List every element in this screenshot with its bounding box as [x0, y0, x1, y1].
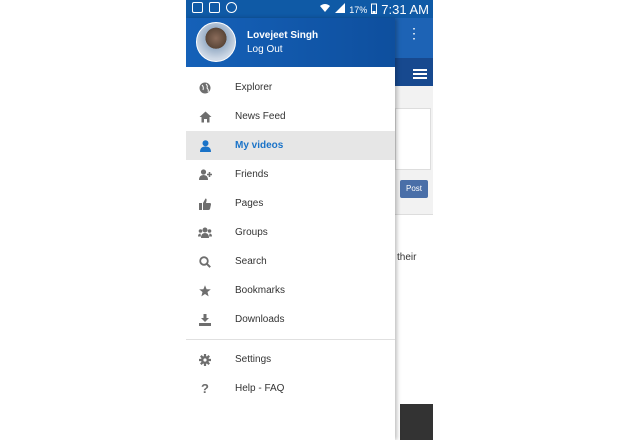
- menu-item-label: Help - FAQ: [235, 383, 285, 394]
- logout-link[interactable]: Log Out: [247, 44, 283, 55]
- menu-item-label: News Feed: [235, 111, 286, 122]
- menu-item-label: Explorer: [235, 82, 273, 93]
- hamburger-icon: [413, 67, 427, 81]
- star-icon: [198, 284, 212, 298]
- phone-screen: 17% 7:31 AM ⋮ Post their Lovejeet Singh …: [186, 0, 433, 440]
- menu-item-news-feed[interactable]: News Feed: [186, 102, 395, 131]
- menu-divider: [186, 339, 395, 340]
- menu-item-my-videos[interactable]: My videos: [186, 131, 395, 160]
- search-icon: [198, 255, 212, 269]
- drawer-menu: Explorer News Feed My videos Friends Pag…: [186, 73, 395, 403]
- bg-video-thumbnail: [400, 404, 433, 440]
- menu-item-downloads[interactable]: Downloads: [186, 305, 395, 334]
- menu-item-search[interactable]: Search: [186, 247, 395, 276]
- image-notification-icon: [192, 2, 203, 13]
- menu-item-groups[interactable]: Groups: [186, 218, 395, 247]
- battery-percent: 17%: [349, 4, 368, 15]
- menu-item-bookmarks[interactable]: Bookmarks: [186, 276, 395, 305]
- bg-feed-text: their: [397, 252, 417, 263]
- background-app: ⋮ Post their: [395, 18, 433, 440]
- thumbs-up-icon: [198, 197, 212, 211]
- menu-item-label: My videos: [235, 140, 284, 151]
- profile-header: Lovejeet Singh Log Out: [186, 18, 395, 67]
- users-icon: [198, 226, 212, 240]
- profile-name: Lovejeet Singh: [247, 30, 319, 41]
- menu-item-label: Bookmarks: [235, 285, 286, 296]
- user-plus-icon: [198, 168, 212, 182]
- bg-app-subheader: [395, 58, 433, 86]
- user-icon: [198, 139, 212, 153]
- menu-item-pages[interactable]: Pages: [186, 189, 395, 218]
- voicemail-notification-icon: [226, 2, 237, 13]
- menu-item-friends[interactable]: Friends: [186, 160, 395, 189]
- menu-item-label: Groups: [235, 227, 268, 238]
- menu-item-explorer[interactable]: Explorer: [186, 73, 395, 102]
- globe-icon: [198, 81, 212, 95]
- status-notification-icons: [192, 2, 237, 13]
- bg-app-header: ⋮: [395, 18, 433, 58]
- battery-icon: [371, 3, 378, 17]
- home-icon: [198, 110, 212, 124]
- clock: 7:31 AM: [381, 2, 429, 17]
- menu-item-label: Search: [235, 256, 267, 267]
- overflow-menu-icon: ⋮: [407, 25, 421, 41]
- bg-status-input: [395, 108, 431, 170]
- status-system-icons: 17% 7:31 AM: [319, 2, 429, 17]
- avatar[interactable]: [196, 22, 236, 62]
- signal-icon: [335, 3, 346, 16]
- status-bar: 17% 7:31 AM: [186, 0, 433, 18]
- menu-item-label: Friends: [235, 169, 269, 180]
- gear-icon: [198, 353, 212, 367]
- gallery-notification-icon: [209, 2, 220, 13]
- menu-item-label: Downloads: [235, 314, 285, 325]
- menu-item-settings[interactable]: Settings: [186, 345, 395, 374]
- download-icon: [198, 313, 212, 327]
- question-icon: ?: [201, 381, 209, 396]
- menu-item-label: Settings: [235, 354, 272, 365]
- wifi-icon: [319, 3, 331, 16]
- menu-item-label: Pages: [235, 198, 264, 209]
- bg-post-button: Post: [400, 180, 428, 198]
- menu-item-help-faq[interactable]: ? Help - FAQ: [186, 374, 395, 403]
- navigation-drawer: Lovejeet Singh Log Out Explorer News Fee…: [186, 18, 395, 440]
